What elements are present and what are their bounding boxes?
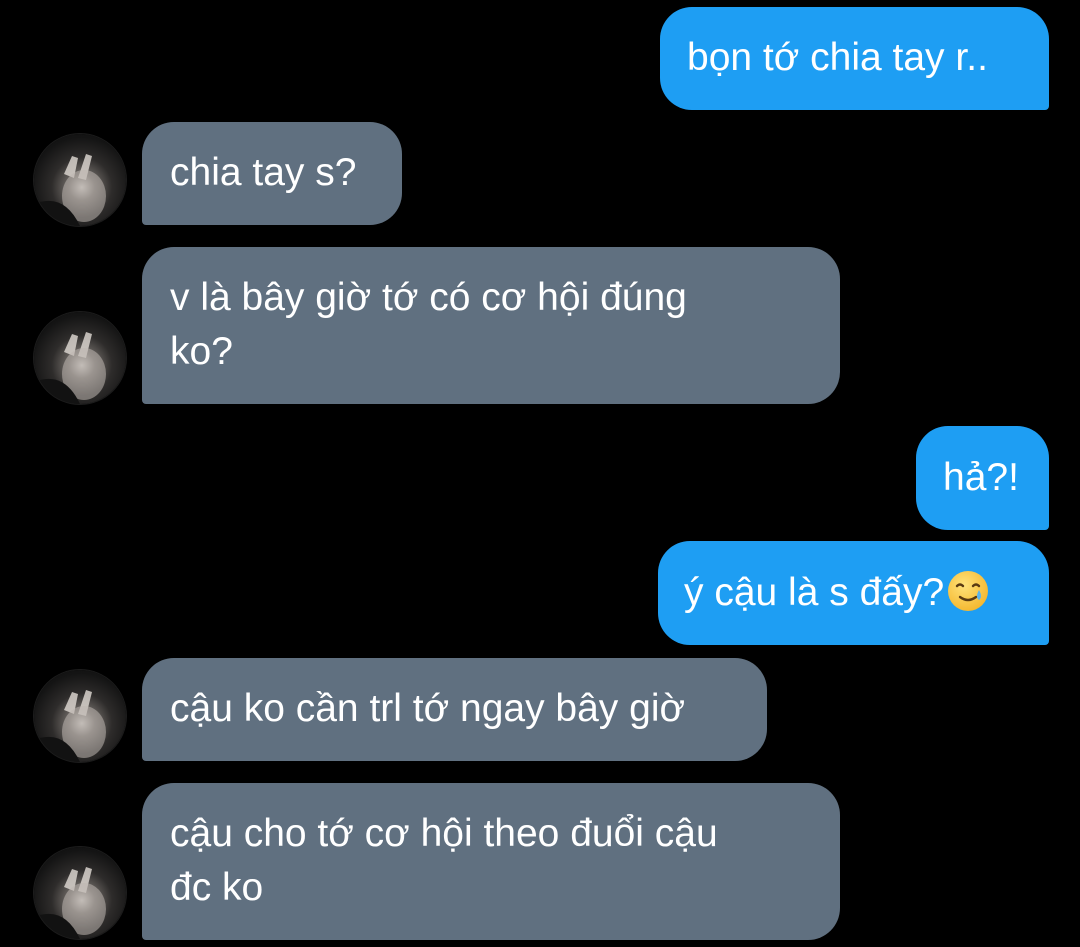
contact-avatar[interactable] — [34, 312, 126, 404]
contact-avatar[interactable] — [34, 134, 126, 226]
contact-avatar[interactable] — [34, 847, 126, 939]
avatar-photo-icon — [34, 690, 106, 762]
message-bubble-received[interactable]: cậu cho tớ cơ hội theo đuổi cậu đc ko — [142, 783, 840, 940]
avatar-photo-icon — [34, 867, 106, 939]
message-bubble-received[interactable]: v là bây giờ tớ có cơ hội đúng ko? — [142, 247, 840, 404]
message-bubble-sent[interactable]: bọn tớ chia tay r.. — [660, 7, 1049, 110]
avatar-photo-icon — [34, 154, 106, 226]
message-text-line: đc ko — [170, 866, 264, 909]
message-text: hả?! — [943, 456, 1019, 499]
message-bubble-received[interactable]: cậu ko cần trl tớ ngay bây giờ — [142, 658, 767, 761]
message-bubble-sent[interactable]: ý cậu là s đấy? — [658, 541, 1049, 645]
message-bubble-sent[interactable]: hả?! — [916, 426, 1049, 530]
message-text: cậu ko cần trl tớ ngay bây giờ — [170, 687, 686, 730]
contact-avatar[interactable] — [34, 670, 126, 762]
smiling-face-with-tear-emoji-icon — [948, 571, 989, 611]
message-text: bọn tớ chia tay r.. — [687, 36, 988, 79]
message-text: ý cậu là s đấy? — [684, 571, 945, 614]
message-text-line: v là bây giờ tớ có cơ hội đúng — [170, 276, 687, 319]
message-bubble-received[interactable]: chia tay s? — [142, 122, 402, 225]
message-text-line: ko? — [170, 330, 233, 373]
message-text: chia tay s? — [170, 151, 357, 194]
message-text-line: cậu cho tớ cơ hội theo đuổi cậu — [170, 812, 718, 855]
avatar-photo-icon — [34, 332, 106, 404]
